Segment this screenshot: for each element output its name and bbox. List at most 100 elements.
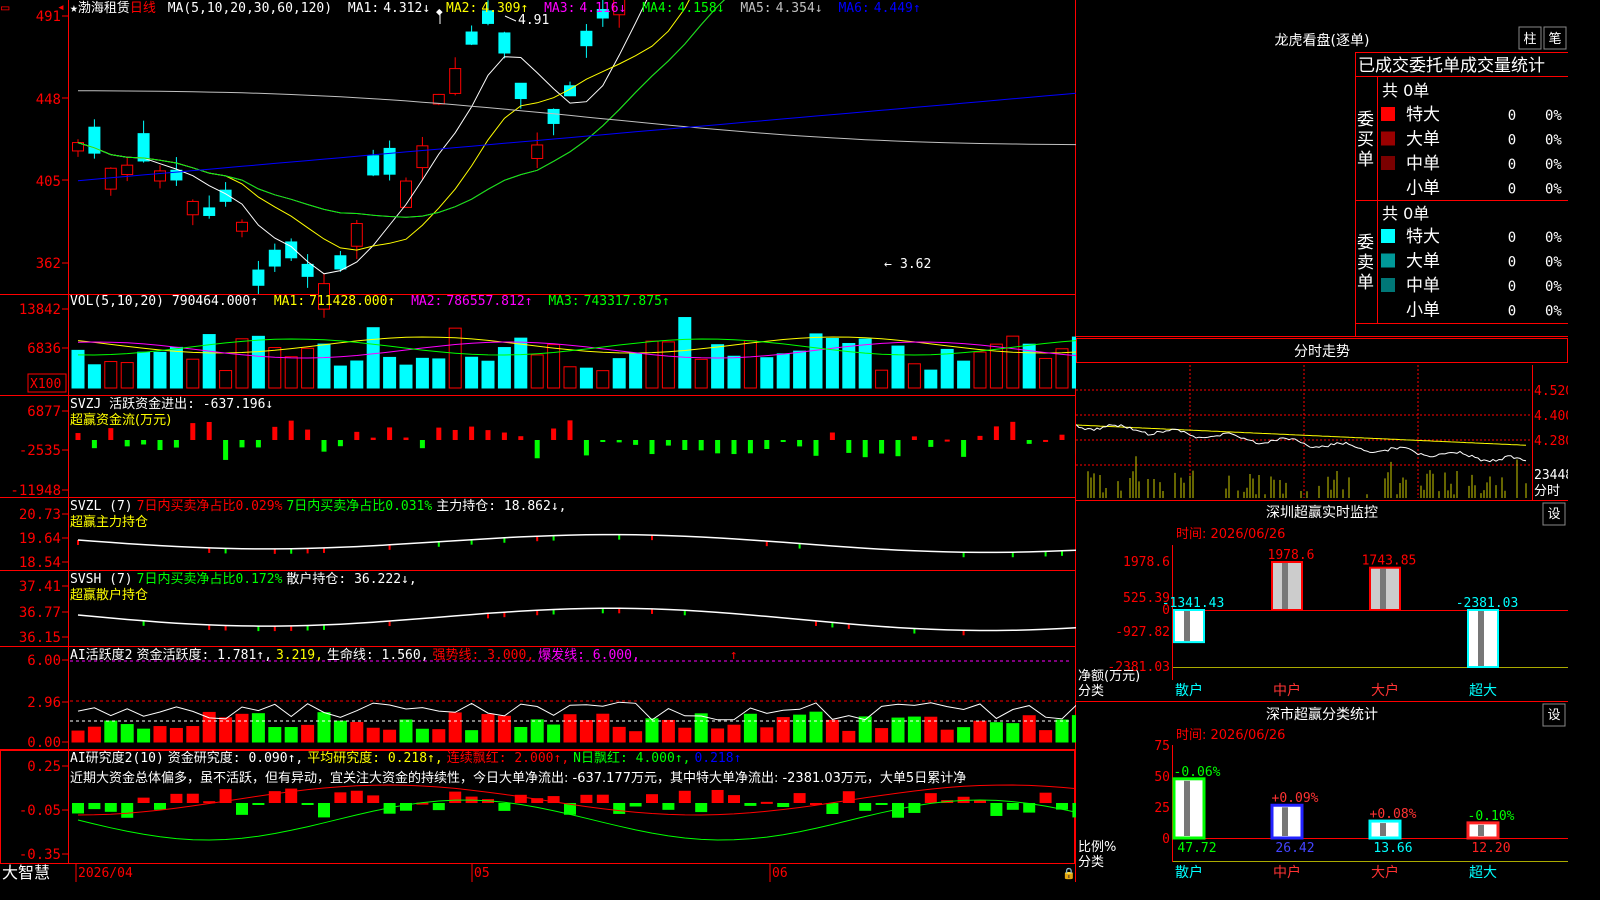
ai1-bar — [612, 726, 626, 743]
sz-category: 超大 — [1469, 683, 1497, 699]
sell-row-1: 大单 0 0% — [1381, 252, 1562, 272]
buy-row-count: 0 — [1508, 182, 1516, 198]
ai1-bar — [678, 727, 692, 743]
ss-category: 中户 — [1273, 864, 1301, 881]
svzj-bar — [764, 440, 770, 449]
y-tick-marks — [62, 15, 68, 855]
sz-bar-shade — [1282, 563, 1288, 609]
buy-row-count: 0 — [1508, 133, 1516, 149]
kline-chart[interactable]: 491 448 405 362 13842 6836 6877 -2535 -1… — [0, 0, 1076, 882]
volume-bar — [333, 365, 347, 389]
svzl-tick-1: 19.64 — [19, 531, 61, 547]
vol-header: VOL(5,10,20) 790464.000↑ MA1: 711428.000↑ … — [70, 294, 670, 309]
ss-category: 大户 — [1371, 864, 1399, 881]
ai1-bar — [432, 729, 446, 743]
ss-bar-change: +0.08% — [1370, 807, 1417, 822]
ss-bar-1: +0.09% 26.42 中户 — [1270, 791, 1319, 881]
ai2-bar — [924, 793, 937, 803]
ai1-bar — [235, 713, 249, 743]
sell-row-count: 0 — [1508, 230, 1516, 246]
corner-mark: ▭ — [1, 0, 10, 16]
ai1-bar — [120, 724, 134, 743]
ai1-bar — [1039, 730, 1053, 743]
svzj-bar — [633, 440, 639, 445]
ai1-bar — [957, 727, 971, 743]
sell-color-swatch — [1381, 229, 1395, 243]
ss-bar-value: 26.42 — [1275, 841, 1314, 856]
candle — [236, 219, 248, 238]
sell-color-swatch — [1381, 302, 1395, 317]
ai1-bar — [350, 721, 364, 743]
svzj-bar — [305, 429, 311, 440]
volume-bar — [1039, 357, 1053, 389]
svzj-bar — [387, 427, 393, 440]
ai2-bar — [318, 803, 330, 818]
sell-row-pct: 0% — [1545, 230, 1562, 246]
svsh-tick — [257, 626, 260, 632]
svzj-bar — [288, 420, 294, 440]
ma-lines — [77, 0, 1076, 275]
svzj-bar — [141, 440, 147, 445]
ai1-bar — [579, 720, 593, 743]
ai2-bar — [580, 794, 593, 803]
svsh-tick-2: 36.15 — [19, 630, 61, 646]
volume-bars — [71, 317, 1076, 389]
svzj-bar — [600, 440, 606, 442]
volume-bar — [793, 350, 807, 389]
lock-icon[interactable]: 🔒 — [1062, 867, 1076, 880]
svzj-bar — [124, 440, 130, 447]
sz-bar-value: -2381.03 — [1456, 596, 1519, 611]
ai1-bar — [973, 720, 987, 743]
volume-bar — [661, 341, 675, 389]
ai1-bar — [71, 730, 85, 743]
sell-row-pct: 0% — [1545, 279, 1562, 295]
ai2-bar — [646, 794, 658, 803]
svzj-bar — [321, 440, 327, 452]
sz-tick-0: 1978.6 — [1123, 555, 1170, 570]
svzj-bar — [272, 426, 278, 440]
svzl-header: SVZL (7) 7日内买卖净占比0.029% 7日内买卖净占比0.031% 主力持仓… — [70, 498, 567, 514]
svzj-bar — [1043, 439, 1049, 442]
svzj-bar — [911, 436, 917, 440]
buy-row-label: 大单 — [1406, 130, 1440, 150]
sz-bar-0: -1341.43 散户 — [1162, 596, 1225, 699]
sz-y-unit: 净额(万元) — [1078, 669, 1140, 684]
ss-tick-0: 75 — [1154, 739, 1170, 754]
sell-row-label: 中单 — [1406, 276, 1440, 296]
svzj-bar — [797, 440, 803, 447]
volume-bar — [711, 344, 725, 389]
svzj-bar — [879, 440, 885, 454]
svzl-tick — [962, 552, 965, 558]
sell-row-2: 中单 0 0% — [1381, 276, 1562, 296]
svzj-bar — [583, 440, 589, 456]
ss-tick-3: 0 — [1162, 832, 1170, 847]
svzj-bar — [682, 440, 688, 450]
ai1-bar — [825, 719, 839, 743]
ai1-bar — [989, 722, 1003, 743]
ai2-bar — [170, 793, 183, 803]
order-stats-title: 已成交委托单成交量统计 — [1358, 56, 1545, 76]
intraday-price-2: 4.280 — [1534, 434, 1568, 449]
candle — [203, 195, 216, 219]
ss-time: 时间: 2026/06/26 — [1176, 728, 1285, 743]
svzj-bar — [961, 440, 967, 457]
volume-bar — [547, 344, 561, 389]
buy-row-pct: 0% — [1545, 157, 1562, 173]
ss-settings-label: 设 — [1547, 708, 1560, 723]
ma-line — [77, 92, 1076, 182]
corner-arrow: ◂ — [57, 0, 65, 15]
ss-bar-value: 12.20 — [1471, 841, 1510, 856]
ai1-bar — [547, 724, 561, 743]
ai1-bar — [137, 728, 151, 743]
volume-bar — [1006, 335, 1020, 389]
buy-row-count: 0 — [1508, 157, 1516, 173]
svzj-subtitle: 超赢资金流(万元) — [70, 412, 171, 428]
ss-bar-shade — [1282, 807, 1288, 836]
ai1-bar — [202, 711, 216, 743]
ai2-tick-2: -0.35 — [19, 847, 61, 863]
svzj-bar — [157, 440, 163, 451]
ai1-bar — [301, 724, 315, 743]
ai1-bar — [875, 728, 889, 743]
buy-row-3: 小单 0 0% — [1381, 179, 1562, 199]
ai1-bar — [333, 720, 347, 743]
